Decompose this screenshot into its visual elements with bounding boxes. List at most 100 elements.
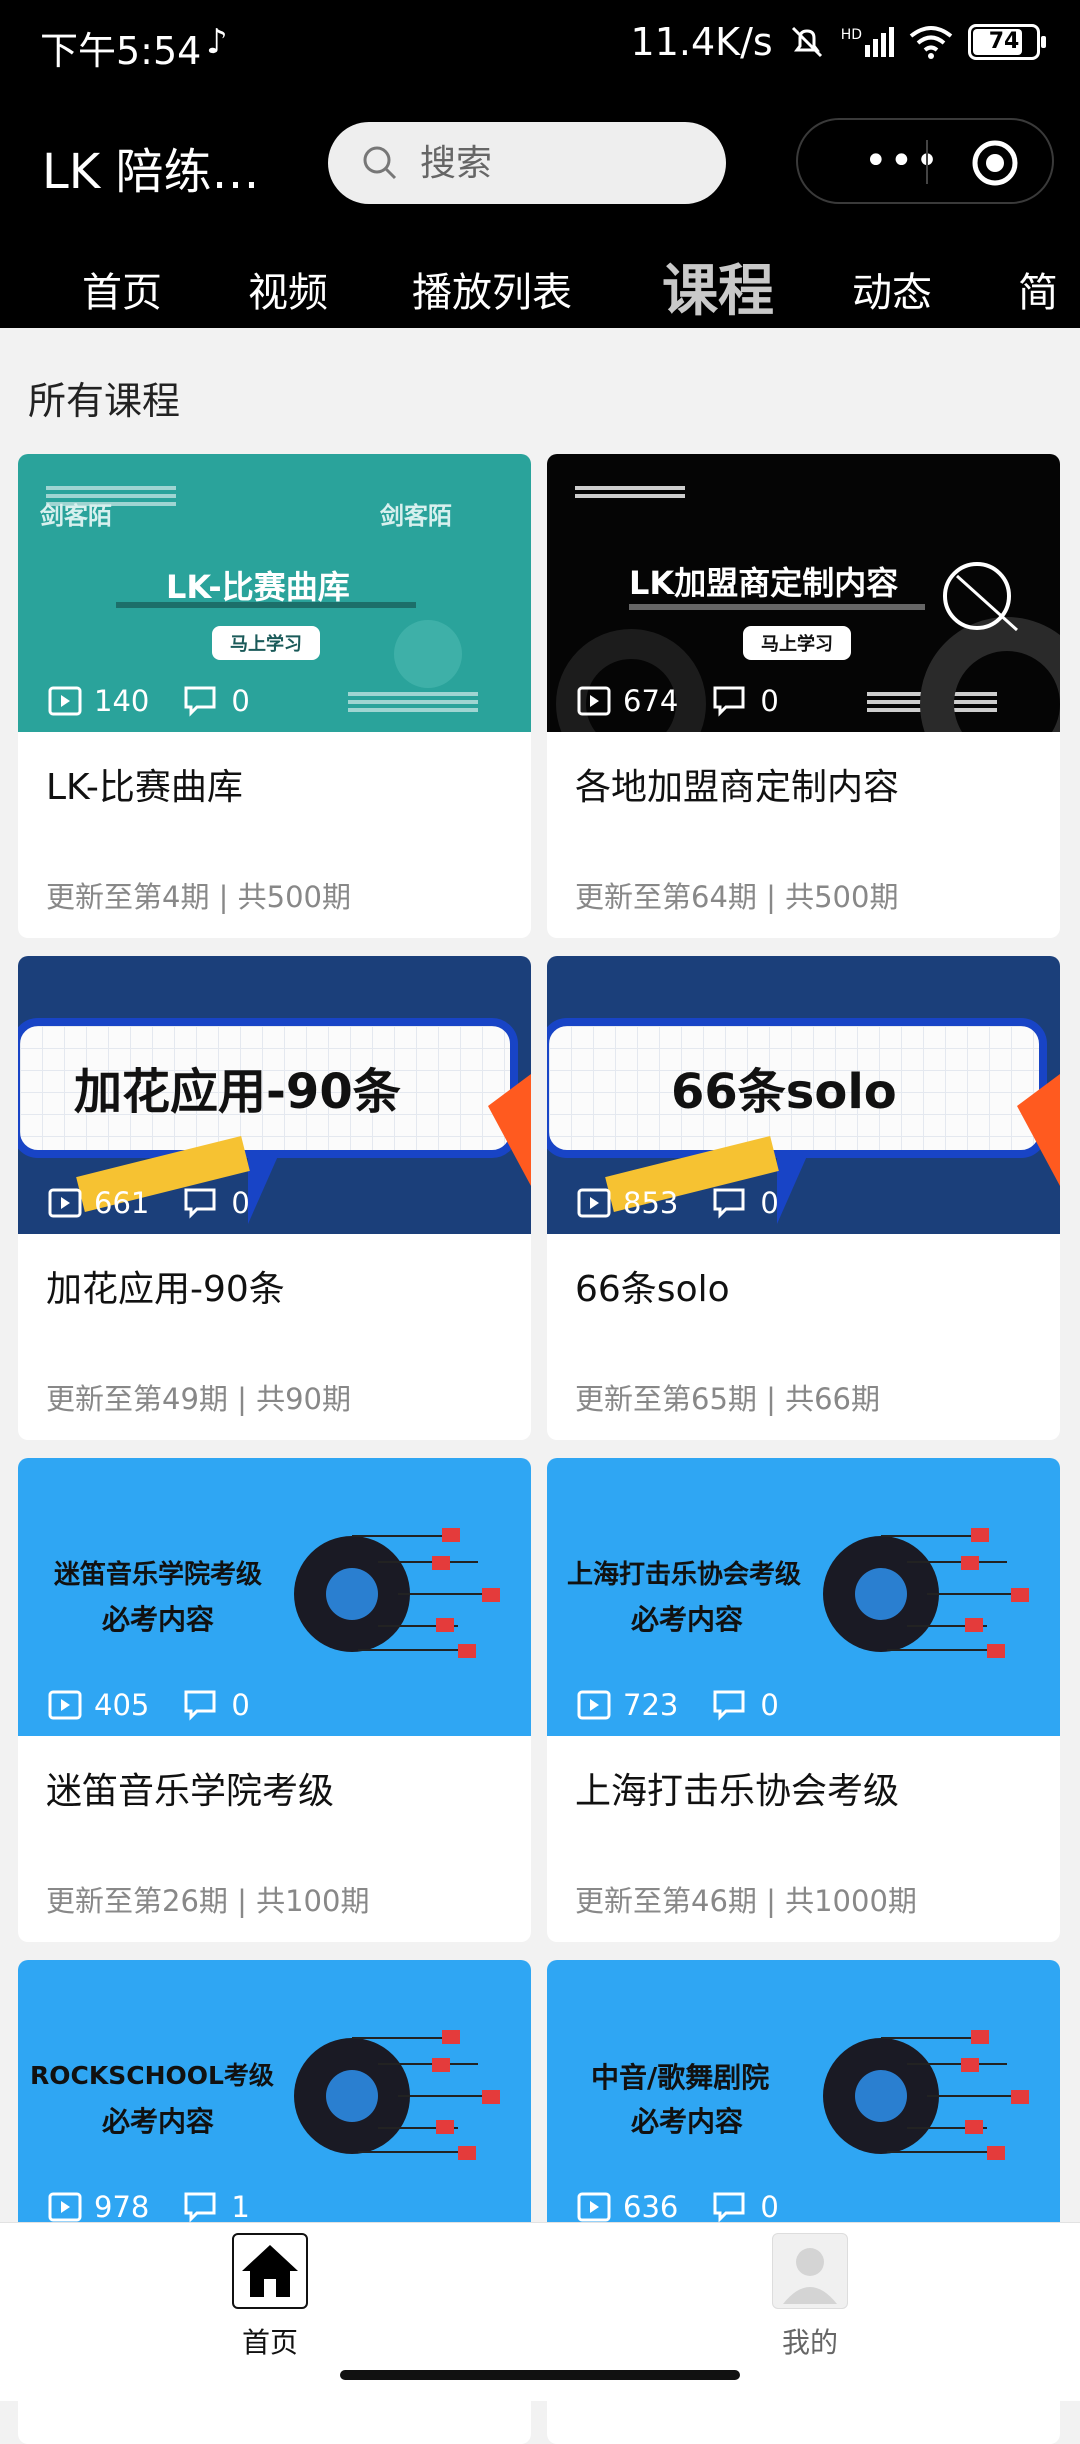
view-count: 405: [94, 1688, 150, 1722]
course-title: 上海打击乐协会考级: [575, 1771, 900, 1812]
course-card[interactable]: LK加盟商定制内容 马上学习 674 0 各地加盟商定制内容 更新至第64期 |…: [547, 454, 1060, 938]
system-home-indicator[interactable]: [340, 2370, 740, 2380]
course-progress: 更新至第4期 | 共500期: [46, 880, 352, 914]
banner-watermark: 剑客陌: [380, 502, 452, 530]
play-icon: [577, 2192, 611, 2222]
comment-count: 0: [231, 684, 250, 718]
course-stats: 661 0: [48, 1186, 250, 1220]
net-speed: 11.4K/s: [630, 20, 773, 64]
course-thumbnail: ROCKSCHOOL考级 必考内容 978 1: [18, 1960, 531, 2238]
banner-line-2: 必考内容: [102, 1603, 215, 1636]
play-icon: [577, 1690, 611, 1720]
course-progress: 更新至第46期 | 共1000期: [575, 1884, 917, 1918]
course-stats: 674 0: [577, 684, 779, 718]
course-stats: 405 0: [48, 1688, 250, 1722]
course-progress: 更新至第65期 | 共66期: [575, 1382, 881, 1416]
comment-count: 0: [760, 1688, 779, 1722]
play-icon: [48, 686, 82, 716]
hd-signal-icon: HD: [841, 27, 894, 57]
course-progress: 更新至第26期 | 共100期: [46, 1884, 370, 1918]
learn-now-badge: 马上学习: [743, 626, 851, 660]
nav-home[interactable]: 首页: [190, 2233, 350, 2361]
capsule-divider: [926, 140, 928, 184]
comment-count: 0: [760, 684, 779, 718]
banner-watermark: 剑客陌: [40, 502, 112, 530]
search-input[interactable]: [418, 141, 702, 185]
play-icon: [48, 1188, 82, 1218]
tab-courses[interactable]: 课程: [662, 246, 774, 327]
course-card[interactable]: 剑客陌 剑客陌 LK-比赛曲库 马上学习 140 0 LK-比赛曲库 更新至第4…: [18, 454, 531, 938]
close-target-icon[interactable]: [970, 138, 1020, 188]
view-count: 140: [94, 684, 150, 718]
view-count: 674: [623, 684, 679, 718]
course-title: LK-比赛曲库: [46, 767, 243, 808]
status-bar: 下午5:54 ♪ 11.4K/s HD 74: [0, 0, 1080, 90]
wifi-icon: [909, 26, 953, 59]
tab-bar: 首页 视频 播放列表 课程 动态 简: [0, 246, 1080, 328]
banner-line-1: ROCKSCHOOL考级: [30, 2061, 274, 2090]
course-progress: 更新至第64期 | 共500期: [575, 880, 899, 914]
view-count: 853: [623, 1186, 679, 1220]
status-icons: 11.4K/s HD 74: [630, 20, 1046, 64]
course-stats: 853 0: [577, 1186, 779, 1220]
course-card[interactable]: 66条solo 853 0 66条solo 更新至第65期 | 共66期: [547, 956, 1060, 1440]
comment-icon: [184, 1188, 216, 1219]
tab-intro[interactable]: 简: [1018, 260, 1058, 318]
comment-count: 0: [231, 1688, 250, 1722]
course-thumbnail: 66条solo 853 0: [547, 956, 1060, 1234]
more-icon[interactable]: •••: [864, 138, 941, 184]
view-count: 978: [94, 2190, 150, 2224]
banner-title: 加花应用-90条: [74, 1064, 401, 1120]
comment-count: 0: [760, 2190, 779, 2224]
play-icon: [48, 2192, 82, 2222]
comment-icon: [184, 686, 216, 717]
course-thumbnail: LK加盟商定制内容 马上学习 674 0: [547, 454, 1060, 732]
course-thumbnail: 剑客陌 剑客陌 LK-比赛曲库 马上学习 140 0: [18, 454, 531, 732]
comment-count: 0: [231, 1186, 250, 1220]
nav-home-label: 首页: [241, 2326, 298, 2359]
view-count: 661: [94, 1186, 150, 1220]
play-icon: [577, 686, 611, 716]
banner-line-1: 中音/歌舞剧院: [591, 2061, 770, 2094]
course-stats: 140 0: [48, 684, 250, 718]
mute-bell-icon: [791, 26, 822, 58]
course-card[interactable]: 加花应用-90条 661 0 加花应用-90条 更新至第49期 | 共90期: [18, 956, 531, 1440]
battery-level: 74: [988, 29, 1020, 54]
comment-icon: [713, 1690, 745, 1721]
comment-icon: [184, 2192, 216, 2223]
course-thumbnail: 上海打击乐协会考级 必考内容 723 0: [547, 1458, 1060, 1736]
banner-line-1: 迷笛音乐学院考级: [54, 1560, 263, 1590]
status-time: 下午5:54: [40, 29, 202, 73]
nav-profile[interactable]: 我的: [730, 2233, 890, 2361]
battery-icon: 74: [968, 24, 1046, 60]
tiktok-notification-icon: ♪: [206, 22, 228, 62]
comment-count: 1: [231, 2190, 250, 2224]
play-icon: [577, 1188, 611, 1218]
app-title: LK 陪练…: [42, 144, 260, 200]
tab-moments[interactable]: 动态: [852, 260, 932, 318]
banner-line-2: 必考内容: [102, 2105, 215, 2138]
tab-video[interactable]: 视频: [248, 260, 328, 318]
course-title: 迷笛音乐学院考级: [46, 1771, 335, 1812]
course-card[interactable]: 上海打击乐协会考级 必考内容 723 0 上海打击乐协会考级 更新至第46期 |…: [547, 1458, 1060, 1942]
home-icon: [232, 2233, 308, 2309]
tab-home[interactable]: 首页: [82, 260, 162, 318]
tab-playlist[interactable]: 播放列表: [412, 260, 572, 318]
course-card[interactable]: 迷笛音乐学院考级 必考内容 405 0 迷笛音乐学院考级 更新至第26期 | 共…: [18, 1458, 531, 1942]
search-icon: [363, 146, 397, 180]
course-title: 加花应用-90条: [46, 1269, 285, 1310]
comment-icon: [713, 686, 745, 717]
play-icon: [48, 1690, 82, 1720]
course-title: 各地加盟商定制内容: [575, 767, 900, 808]
banner-line-2: 必考内容: [631, 1603, 744, 1636]
course-thumbnail: 迷笛音乐学院考级 必考内容 405 0: [18, 1458, 531, 1736]
course-stats: 636 0: [577, 2190, 779, 2224]
comment-icon: [184, 1690, 216, 1721]
view-count: 723: [623, 1688, 679, 1722]
view-count: 636: [623, 2190, 679, 2224]
search-box[interactable]: [328, 122, 726, 204]
banner-title: LK-比赛曲库: [166, 568, 350, 606]
comment-icon: [713, 2192, 745, 2223]
app-header: 下午5:54 ♪ 11.4K/s HD 74 LK 陪练… 搜索 ••• 首页 …: [0, 0, 1080, 328]
banner-title: 66条solo: [671, 1064, 897, 1120]
